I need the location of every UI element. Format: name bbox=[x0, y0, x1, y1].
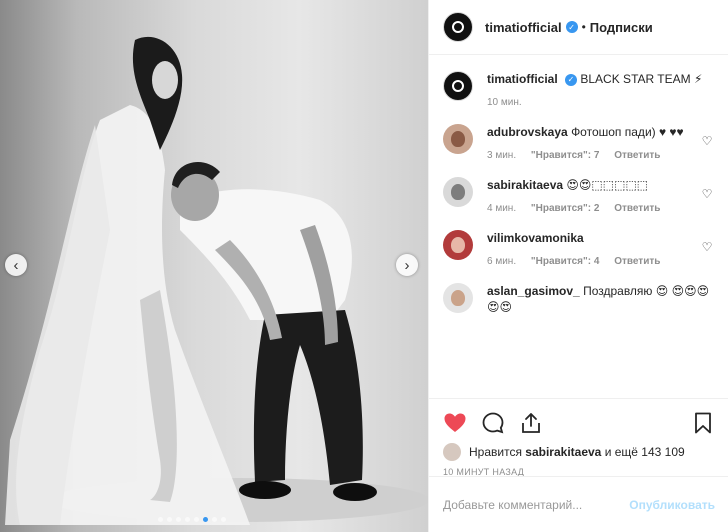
comment-time: 3 мин. bbox=[487, 150, 517, 161]
carousel-indicator bbox=[158, 517, 226, 522]
post-photo[interactable]: ‹ › bbox=[0, 0, 428, 532]
verified-badge-icon: ✓ bbox=[565, 21, 578, 33]
comment-like-icon[interactable]: ♡ bbox=[700, 240, 714, 254]
commenter-avatar[interactable] bbox=[443, 177, 473, 207]
carousel-dot bbox=[167, 517, 172, 522]
commenter-avatar[interactable] bbox=[443, 124, 473, 154]
caption-avatar[interactable] bbox=[443, 71, 473, 101]
comment-item: adubrovskaya Фотошоп пади) ♥ ♥♥ 3 мин. "… bbox=[443, 124, 714, 161]
instagram-post: ‹ › timatiofficial ✓ • Подписки timatiof… bbox=[0, 0, 728, 532]
caption-text: BLACK STAR TEAM ⚡ bbox=[580, 72, 703, 86]
reply-button[interactable]: Ответить bbox=[614, 256, 660, 267]
commenter-avatar[interactable] bbox=[443, 283, 473, 313]
comment-username[interactable]: adubrovskaya bbox=[487, 125, 568, 139]
comment-likes[interactable]: "Нравится": 2 bbox=[531, 203, 600, 214]
chevron-left-icon: ‹ bbox=[13, 256, 19, 274]
caption-time: 10 мин. bbox=[487, 97, 522, 108]
reply-button[interactable]: Ответить bbox=[614, 150, 660, 161]
carousel-dot bbox=[194, 517, 199, 522]
photo-illustration bbox=[5, 36, 428, 525]
likes-summary[interactable]: Нравится sabirakitaeva и ещё 143 109 bbox=[443, 443, 715, 461]
liker-avatar bbox=[443, 443, 461, 461]
comment-icon[interactable] bbox=[481, 411, 505, 435]
liker-username[interactable]: sabirakitaeva bbox=[525, 445, 601, 459]
carousel-dot bbox=[212, 517, 217, 522]
post-side-panel: timatiofficial ✓ • Подписки timatioffici… bbox=[428, 0, 728, 532]
comment-username[interactable]: vilimkovamonika bbox=[487, 231, 584, 245]
comment-item: vilimkovamonika 6 мин. "Нравится": 4 Отв… bbox=[443, 230, 714, 267]
carousel-dot bbox=[203, 517, 208, 522]
comment-time: 4 мин. bbox=[487, 203, 517, 214]
carousel-dot bbox=[185, 517, 190, 522]
comment-input[interactable] bbox=[443, 497, 630, 512]
comment-text: 😍😍⬚⬚⬚⬚⬚ bbox=[566, 178, 649, 192]
comment-likes[interactable]: "Нравится": 7 bbox=[531, 150, 600, 161]
following-button[interactable]: Подписки bbox=[590, 20, 653, 35]
carousel-dot bbox=[158, 517, 163, 522]
comment-likes[interactable]: "Нравится": 4 bbox=[531, 256, 600, 267]
publish-button[interactable]: Опубликовать bbox=[629, 498, 715, 512]
comment-username[interactable]: sabirakitaeva bbox=[487, 178, 563, 192]
carousel-dot bbox=[221, 517, 226, 522]
reply-button[interactable]: Ответить bbox=[614, 203, 660, 214]
bookmark-icon[interactable] bbox=[691, 411, 715, 435]
author-avatar[interactable] bbox=[443, 12, 473, 42]
add-comment-bar: Опубликовать bbox=[429, 476, 728, 532]
carousel-prev-button[interactable]: ‹ bbox=[5, 254, 27, 276]
comment-like-icon[interactable]: ♡ bbox=[700, 187, 714, 201]
caption-username[interactable]: timatiofficial bbox=[487, 72, 558, 86]
author-username[interactable]: timatiofficial bbox=[485, 20, 562, 35]
likes-prefix: Нравится bbox=[469, 445, 522, 459]
verified-badge-icon: ✓ bbox=[565, 73, 578, 86]
comment-username[interactable]: aslan_gasimov_ bbox=[487, 284, 580, 298]
comment-like-icon[interactable]: ♡ bbox=[700, 134, 714, 148]
comments-list: timatiofficial ✓ BLACK STAR TEAM ⚡ 10 ми… bbox=[429, 55, 728, 315]
commenter-avatar[interactable] bbox=[443, 230, 473, 260]
carousel-next-button[interactable]: › bbox=[396, 254, 418, 276]
likes-count[interactable]: и ещё 143 109 bbox=[605, 445, 685, 459]
heart-icon[interactable] bbox=[443, 411, 467, 435]
header-separator: • bbox=[581, 20, 586, 34]
comment-item: sabirakitaeva 😍😍⬚⬚⬚⬚⬚ 4 мин. "Нравится":… bbox=[443, 177, 714, 214]
comment-time: 6 мин. bbox=[487, 256, 517, 267]
caption: timatiofficial ✓ BLACK STAR TEAM ⚡ 10 ми… bbox=[443, 71, 714, 108]
share-icon[interactable] bbox=[519, 411, 543, 435]
carousel-dot bbox=[176, 517, 181, 522]
post-header: timatiofficial ✓ • Подписки bbox=[429, 0, 728, 55]
comment-item: aslan_gasimov_ Поздравляю 😍 😍😍😍😍😍 bbox=[443, 283, 714, 315]
chevron-right-icon: › bbox=[404, 256, 410, 274]
comment-text: Фотошоп пади) ♥ ♥♥ bbox=[571, 125, 684, 139]
